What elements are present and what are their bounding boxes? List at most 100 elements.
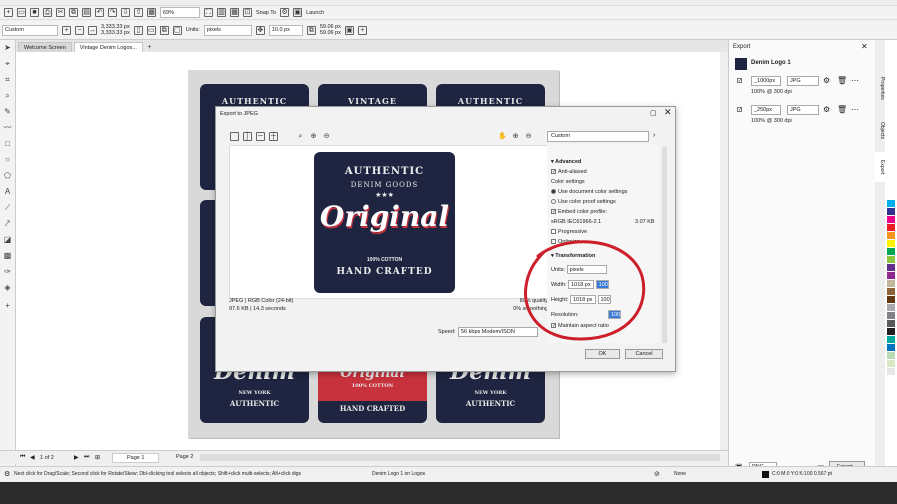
swatch[interactable] xyxy=(887,280,895,287)
treat-as-filled-icon[interactable]: ▣ xyxy=(344,25,354,35)
text-tool-icon[interactable]: A xyxy=(3,188,12,196)
use-proof-radio-dot[interactable] xyxy=(551,199,556,205)
grid-icon[interactable]: ▦ xyxy=(230,8,239,17)
next-page-icon[interactable]: ▶ xyxy=(74,454,79,461)
eyedropper-tool-icon[interactable]: ✑ xyxy=(3,268,12,276)
undo-icon[interactable]: ↶ xyxy=(95,8,104,17)
vertical-scrollbar[interactable] xyxy=(720,52,728,450)
duplicate-y-field[interactable]: 59.06 px xyxy=(320,30,341,36)
embed-profile-checkbox[interactable]: ✓ Embed color profile: xyxy=(551,209,607,215)
tab-welcome-screen[interactable]: Welcome Screen xyxy=(18,42,72,52)
preview-zoom-in-icon[interactable]: ⊕ xyxy=(511,132,520,141)
progressive-check[interactable] xyxy=(551,229,556,235)
all-pages-icon[interactable]: ⧉ xyxy=(159,25,169,35)
docker-close-icon[interactable]: ✕ xyxy=(861,42,868,51)
launch-dropdown[interactable]: Launch xyxy=(306,10,324,16)
rectangle-tool-icon[interactable]: □ xyxy=(3,140,12,148)
new-document-icon[interactable]: + xyxy=(4,8,13,17)
row1-format-dropdown[interactable]: JPG xyxy=(787,76,819,86)
embed-profile-check[interactable]: ✓ xyxy=(551,209,556,215)
cut-icon[interactable]: ✂ xyxy=(56,8,65,17)
add-page-icon[interactable]: ⊞ xyxy=(95,454,100,461)
swatch[interactable] xyxy=(887,272,895,279)
row1-more-icon[interactable]: ⋯ xyxy=(851,76,859,85)
swatch[interactable] xyxy=(887,296,895,303)
preset-menu-arrow-icon[interactable]: › xyxy=(653,132,655,139)
swatch[interactable] xyxy=(887,352,895,359)
use-document-radio-dot[interactable] xyxy=(551,189,556,195)
swatch[interactable] xyxy=(887,216,895,223)
publish-pdf-icon[interactable]: ▦ xyxy=(147,8,156,17)
tab-vintage-denim-logos[interactable]: Vintage Denim Logos... xyxy=(73,42,143,52)
page-tab-1[interactable]: Page 1 xyxy=(112,453,160,463)
swatch[interactable] xyxy=(887,208,895,215)
zoom-in-icon[interactable]: ⊕ xyxy=(309,132,318,141)
ellipse-tool-icon[interactable]: ○ xyxy=(3,156,12,164)
page-height-field[interactable]: 3,333.33 px xyxy=(101,30,130,36)
anti-aliased-checkbox[interactable]: ✓ Anti-aliased xyxy=(551,169,587,175)
nudge-distance-field[interactable]: 10.0 px xyxy=(268,24,303,36)
swatch[interactable] xyxy=(887,360,895,367)
save-icon[interactable]: ■ xyxy=(30,8,39,17)
row2-delete-icon[interactable]: 🗑 xyxy=(837,105,847,114)
first-page-icon[interactable]: ⏮ xyxy=(20,454,25,461)
paste-icon[interactable]: ▤ xyxy=(82,8,91,17)
units-dropdown[interactable]: pixels xyxy=(203,24,252,36)
new-tab-icon[interactable]: + xyxy=(145,43,154,52)
settings-scrollbar[interactable] xyxy=(662,147,667,343)
export-preview[interactable]: AUTHENTIC DENIM GOODS ★★★ Original 100% … xyxy=(229,145,550,299)
tab-properties[interactable]: Properties xyxy=(875,70,885,106)
transparency-tool-icon[interactable]: ▩ xyxy=(3,252,12,260)
advanced-header[interactable]: ▾ Advanced xyxy=(551,159,581,165)
polygon-tool-icon[interactable]: ⬠ xyxy=(3,172,12,180)
dialog-preset-dropdown[interactable]: Custom xyxy=(547,131,649,142)
prev-page-icon[interactable]: ◀ xyxy=(30,454,35,461)
add-toolbar-item-icon[interactable]: + xyxy=(357,25,367,35)
zoom-fit-icon[interactable]: ⌕ xyxy=(296,132,305,141)
swatch[interactable] xyxy=(887,232,895,239)
horizontal-scrollbar[interactable] xyxy=(200,454,720,461)
interactive-fill-tool-icon[interactable]: ◈ xyxy=(3,284,12,292)
preset-dropdown[interactable]: Custom xyxy=(2,24,58,36)
preview-zoom-out-icon[interactable]: ⊖ xyxy=(524,132,533,141)
ok-button[interactable]: OK xyxy=(585,349,620,359)
swatch[interactable] xyxy=(887,256,895,263)
import-icon[interactable]: ⇩ xyxy=(121,8,130,17)
row1-size-field[interactable]: _1000px xyxy=(751,76,781,86)
shape-tool-icon[interactable]: ⌖ xyxy=(3,60,12,68)
swatch[interactable] xyxy=(887,320,895,327)
parallel-dimension-tool-icon[interactable]: ⟋ xyxy=(3,204,12,212)
swatch[interactable] xyxy=(887,328,895,335)
freehand-tool-icon[interactable]: ✎ xyxy=(3,108,12,116)
row2-settings-gear-icon[interactable]: ⚙ xyxy=(823,105,830,114)
maximize-icon[interactable]: ▢ xyxy=(650,109,657,117)
row2-more-icon[interactable]: ⋯ xyxy=(851,105,859,114)
remove-preset-icon[interactable]: − xyxy=(75,25,84,35)
zoom-tool-icon[interactable]: ⌕ xyxy=(3,92,12,100)
export-icon[interactable]: ⇧ xyxy=(134,8,143,17)
redo-icon[interactable]: ↷ xyxy=(108,8,117,17)
use-document-color-radio[interactable]: Use document color settings xyxy=(551,189,627,195)
row2-format-dropdown[interactable]: JPG xyxy=(787,105,819,115)
launch-icon[interactable]: ▣ xyxy=(293,8,303,17)
anti-aliased-check[interactable]: ✓ xyxy=(551,169,556,175)
zoom-out-icon[interactable]: ⊖ xyxy=(322,132,331,141)
split-vertical-icon[interactable]: │ xyxy=(243,132,252,141)
swatch[interactable] xyxy=(887,240,895,247)
row1-checkbox[interactable]: ✓ xyxy=(737,78,744,84)
swatch[interactable] xyxy=(887,200,895,207)
row2-size-field[interactable]: _250px xyxy=(751,105,781,115)
snap-to-dropdown[interactable]: Snap To xyxy=(256,10,276,16)
add-tool-icon[interactable]: + xyxy=(3,302,12,310)
rulers-icon[interactable]: ▥ xyxy=(217,8,226,17)
swatch[interactable] xyxy=(887,336,895,343)
row2-checkbox[interactable]: ✓ xyxy=(737,107,744,113)
swatch[interactable] xyxy=(887,224,895,231)
row1-settings-gear-icon[interactable]: ⚙ xyxy=(823,76,830,85)
swatch[interactable] xyxy=(887,312,895,319)
current-page-icon[interactable]: ▢ xyxy=(172,25,182,35)
swatch[interactable] xyxy=(887,304,895,311)
full-screen-icon[interactable]: ⛶ xyxy=(204,8,213,17)
quad-view-icon[interactable]: ┼ xyxy=(269,132,278,141)
portrait-icon[interactable]: ▯ xyxy=(133,25,143,35)
